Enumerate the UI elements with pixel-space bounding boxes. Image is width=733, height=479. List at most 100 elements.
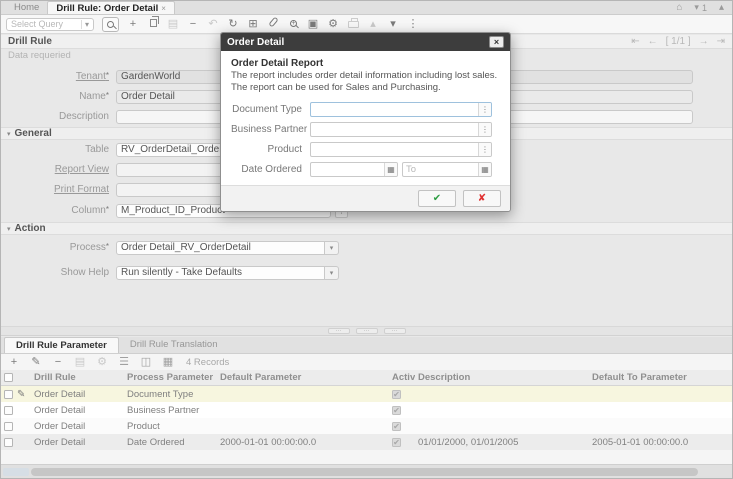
cell-process-parameter[interactable]: Document Type [124,386,217,402]
copy-record-button[interactable] [147,17,159,31]
cell-drill-rule[interactable]: Order Detail [31,418,124,434]
cell-description[interactable]: 01/01/2000, 01/01/2005 [415,434,589,450]
date-to-input[interactable] [403,163,478,176]
column-view-button[interactable]: ◫ [140,356,152,369]
cell-default-to-parameter[interactable]: 2005-01-01 00:00:00.0 [589,434,733,450]
refresh-button[interactable]: ↻ [227,18,239,31]
zoom-button[interactable] [287,18,299,31]
document-type-more-button[interactable]: ⋮ [478,103,491,116]
row-select-cell[interactable] [1,402,31,418]
header-active[interactable]: Active [389,370,415,386]
detail-new-button[interactable]: + [8,356,20,369]
edit-row-icon[interactable]: ✎ [17,389,25,400]
select-all-checkbox[interactable] [4,373,13,382]
tab-close-icon[interactable]: × [161,4,166,13]
previous-record-icon[interactable]: ← [648,36,658,47]
business-partner-input[interactable] [311,123,478,136]
splitter-handle[interactable]: ··· [384,328,406,334]
process-field[interactable]: Order Detail_RV_OrderDetail [116,241,325,255]
more-options-button[interactable]: ⋮ [407,18,419,31]
dialog-title-bar[interactable]: Order Detail × [221,33,510,51]
select-query-combobox[interactable]: Select Query ▾ [6,18,94,31]
list-view-button[interactable]: ☰ [118,356,130,369]
home-icon[interactable]: ⌂ [676,2,682,13]
dialog-close-button[interactable]: × [489,36,504,48]
header-default-parameter[interactable]: Default Parameter [217,370,389,386]
first-record-icon[interactable]: ⇤ [631,36,639,47]
tab-home[interactable]: Home [6,1,47,14]
business-partner-more-button[interactable]: ⋮ [478,123,491,136]
cell-process-parameter[interactable]: Date Ordered [124,434,217,450]
header-default-to-parameter[interactable]: Default To Parameter [589,370,733,386]
row-checkbox[interactable] [4,406,13,415]
splitter-handle[interactable]: ··· [328,328,350,334]
grid-view-button[interactable]: ▦ [162,356,174,369]
cell-description[interactable] [415,418,589,434]
scrollbar-thumb[interactable] [31,468,698,476]
last-record-icon[interactable]: ⇥ [717,36,725,47]
row-checkbox[interactable] [4,390,13,399]
calendar-icon[interactable]: ▦ [384,163,397,176]
scrollbar-corner [3,468,29,476]
row-select-cell[interactable] [1,418,31,434]
process-dropdown-button[interactable]: ▾ [325,241,339,255]
show-help-dropdown-button[interactable]: ▾ [325,266,339,280]
collapse-up-icon[interactable]: ▴ [719,2,724,13]
header-drill-rule[interactable]: Drill Rule [31,370,124,386]
new-record-button[interactable]: + [127,18,139,31]
tenant-label[interactable]: Tenant [76,71,106,82]
cell-description[interactable] [415,386,589,402]
row-select-cell[interactable] [1,434,31,450]
cell-drill-rule[interactable]: Order Detail [31,434,124,450]
document-type-input[interactable] [311,103,478,116]
tab-drill-rule-parameter[interactable]: Drill Rule Parameter [4,337,119,353]
report-view-label[interactable]: Report View [1,164,109,175]
splitter-handle[interactable]: ··· [356,328,378,334]
report-button[interactable]: ▣ [307,18,319,31]
tab-drill-rule-translation[interactable]: Drill Rule Translation [119,337,229,353]
process-button[interactable]: ⚙ [327,18,339,31]
cell-default-parameter[interactable] [217,418,389,434]
cell-default-to-parameter[interactable] [589,386,733,402]
panel-splitter[interactable]: ··· ··· ··· [1,326,732,336]
header-select-all[interactable] [1,370,31,386]
cell-default-to-parameter[interactable] [589,402,733,418]
cancel-button[interactable]: ✘ [463,190,501,207]
horizontal-scrollbar[interactable] [1,464,732,478]
cell-process-parameter[interactable]: Product [124,418,217,434]
cell-drill-rule[interactable]: Order Detail [31,402,124,418]
row-select-cell[interactable]: ✎ [1,386,31,402]
attachment-button[interactable] [267,17,279,31]
row-checkbox[interactable] [4,438,13,447]
cell-default-parameter[interactable]: 2000-01-01 00:00:00.0 [217,434,389,450]
delete-record-button[interactable]: − [187,18,199,31]
row-checkbox[interactable] [4,422,13,431]
header-description[interactable]: Description [415,370,589,386]
date-from-input[interactable] [311,163,384,176]
cell-description[interactable] [415,402,589,418]
ok-button[interactable]: ✔ [418,190,456,207]
process-label: Process [70,242,106,253]
product-more-button[interactable]: ⋮ [478,143,491,156]
detail-record-button[interactable]: ▾ [387,18,399,31]
section-action[interactable]: ▾ Action [1,222,732,235]
detail-delete-button[interactable]: − [52,356,64,369]
cell-default-parameter[interactable] [217,386,389,402]
cell-default-parameter[interactable] [217,402,389,418]
product-input[interactable] [311,143,478,156]
active-checkbox: ✔ [392,406,401,415]
tab-drill-rule[interactable]: Drill Rule: Order Detail× [47,1,175,14]
next-record-icon[interactable]: → [699,36,709,47]
show-help-field[interactable]: Run silently - Take Defaults [116,266,325,280]
grid-toggle-button[interactable]: ⊞ [247,18,259,31]
workspace-number: 1 [702,3,707,13]
cell-process-parameter[interactable]: Business Partner [124,402,217,418]
find-record-button[interactable] [102,17,119,32]
calendar-icon[interactable]: ▦ [478,163,491,176]
print-format-label[interactable]: Print Format [1,184,109,195]
cell-drill-rule[interactable]: Order Detail [31,386,124,402]
cell-default-to-parameter[interactable] [589,418,733,434]
detail-edit-button[interactable]: ✎ [30,356,42,369]
workspace-switcher[interactable]: ▾1 [694,2,707,13]
header-process-parameter[interactable]: Process Parameter [124,370,217,386]
